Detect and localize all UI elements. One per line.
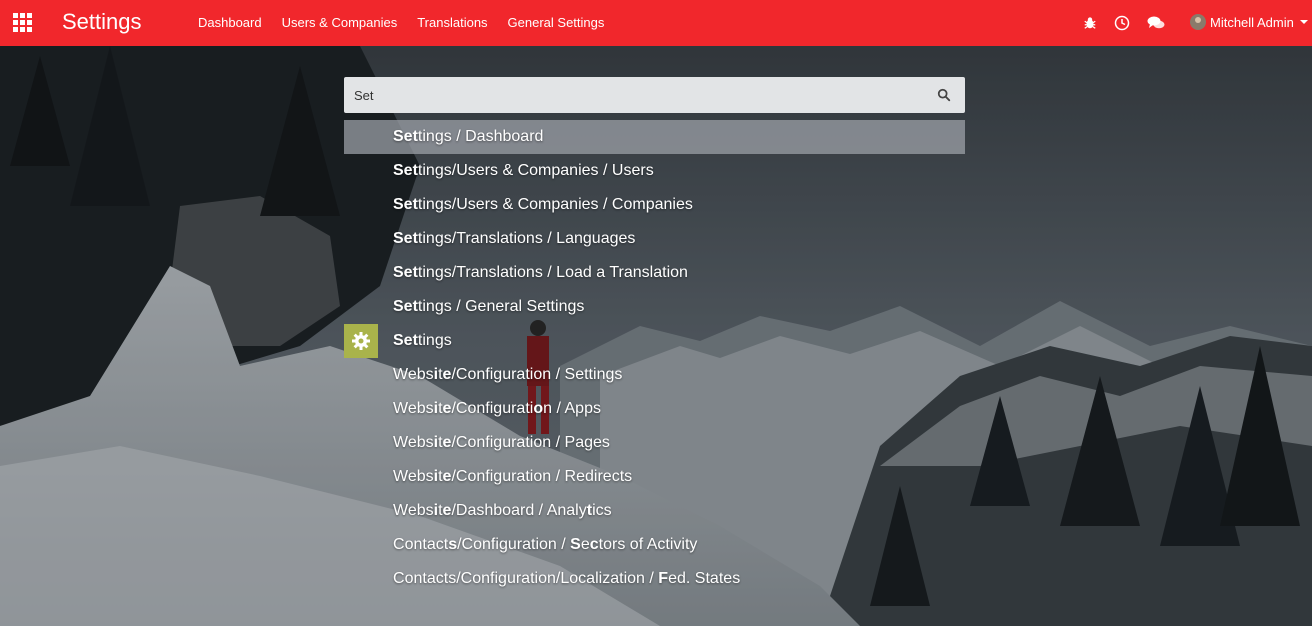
search-box <box>344 77 965 113</box>
search-result-label: Settings/Users & Companies / Users <box>393 162 654 179</box>
search-result-label: Website/Configuration / Pages <box>393 434 610 451</box>
search-result-label: Website/Configuration / Redirects <box>393 468 633 485</box>
search-result-item[interactable]: Website/Configuration / Pages <box>344 426 965 460</box>
search-result-label: Settings / Dashboard <box>393 128 544 145</box>
search-result-label: Contacts/Configuration/Localization / Fe… <box>393 570 741 587</box>
gear-icon <box>352 332 370 350</box>
search-result-label: Settings <box>393 332 452 349</box>
search-result-item[interactable]: Settings <box>344 324 965 358</box>
top-navbar: Settings Dashboard Users & Companies Tra… <box>0 0 1312 46</box>
search-result-label: Settings/Translations / Languages <box>393 230 636 247</box>
search-result-item[interactable]: Contacts/Configuration/Localization / Fe… <box>344 562 965 596</box>
search-result-item[interactable]: Settings / Dashboard <box>344 120 965 154</box>
menu-translations[interactable]: Translations <box>417 14 487 32</box>
search-result-item[interactable]: Settings/Translations / Load a Translati… <box>344 256 965 290</box>
apps-grid-icon[interactable] <box>13 13 33 33</box>
search-result-item[interactable]: Website/Configuration / Redirects <box>344 460 965 494</box>
search-results: Settings / Dashboard Settings/Users & Com… <box>344 120 965 596</box>
app-title[interactable]: Settings <box>62 8 142 36</box>
search-result-label: Contacts/Configuration / Sectors of Acti… <box>393 536 698 553</box>
search-result-label: Website/Configuration / Apps <box>393 400 601 417</box>
menu-dashboard[interactable]: Dashboard <box>198 14 262 32</box>
user-name: Mitchell Admin <box>1210 14 1294 30</box>
search-result-item[interactable]: Settings/Translations / Languages <box>344 222 965 256</box>
chat-icon[interactable] <box>1147 15 1165 31</box>
search-icon[interactable] <box>937 88 951 102</box>
search-result-label: Settings/Translations / Load a Translati… <box>393 264 688 281</box>
caret-down-icon <box>1299 20 1308 24</box>
avatar <box>1190 14 1206 30</box>
search-result-item[interactable]: Settings/Users & Companies / Companies <box>344 188 965 222</box>
search-result-label: Website/Dashboard / Analytics <box>393 502 612 519</box>
search-result-label: Settings/Users & Companies / Companies <box>393 196 693 213</box>
search-result-item[interactable]: Contacts/Configuration / Sectors of Acti… <box>344 528 965 562</box>
app-tile-settings <box>344 324 378 358</box>
search-result-item[interactable]: Settings/Users & Companies / Users <box>344 154 965 188</box>
search-input[interactable] <box>344 77 924 113</box>
menu-general-settings[interactable]: General Settings <box>508 14 605 32</box>
search-result-label: Settings / General Settings <box>393 298 585 315</box>
search-result-item[interactable]: Website/Configuration / Settings <box>344 358 965 392</box>
main-menu: Dashboard Users & Companies Translations… <box>198 14 624 32</box>
search-result-label: Website/Configuration / Settings <box>393 366 623 383</box>
menu-users-companies[interactable]: Users & Companies <box>282 14 398 32</box>
search-result-item[interactable]: Settings / General Settings <box>344 290 965 324</box>
search-result-item[interactable]: Website/Dashboard / Analytics <box>344 494 965 528</box>
bug-icon[interactable] <box>1083 16 1097 30</box>
user-menu[interactable]: Mitchell Admin <box>1190 12 1308 32</box>
clock-icon[interactable] <box>1114 15 1130 31</box>
search-result-item[interactable]: Website/Configuration / Apps <box>344 392 965 426</box>
